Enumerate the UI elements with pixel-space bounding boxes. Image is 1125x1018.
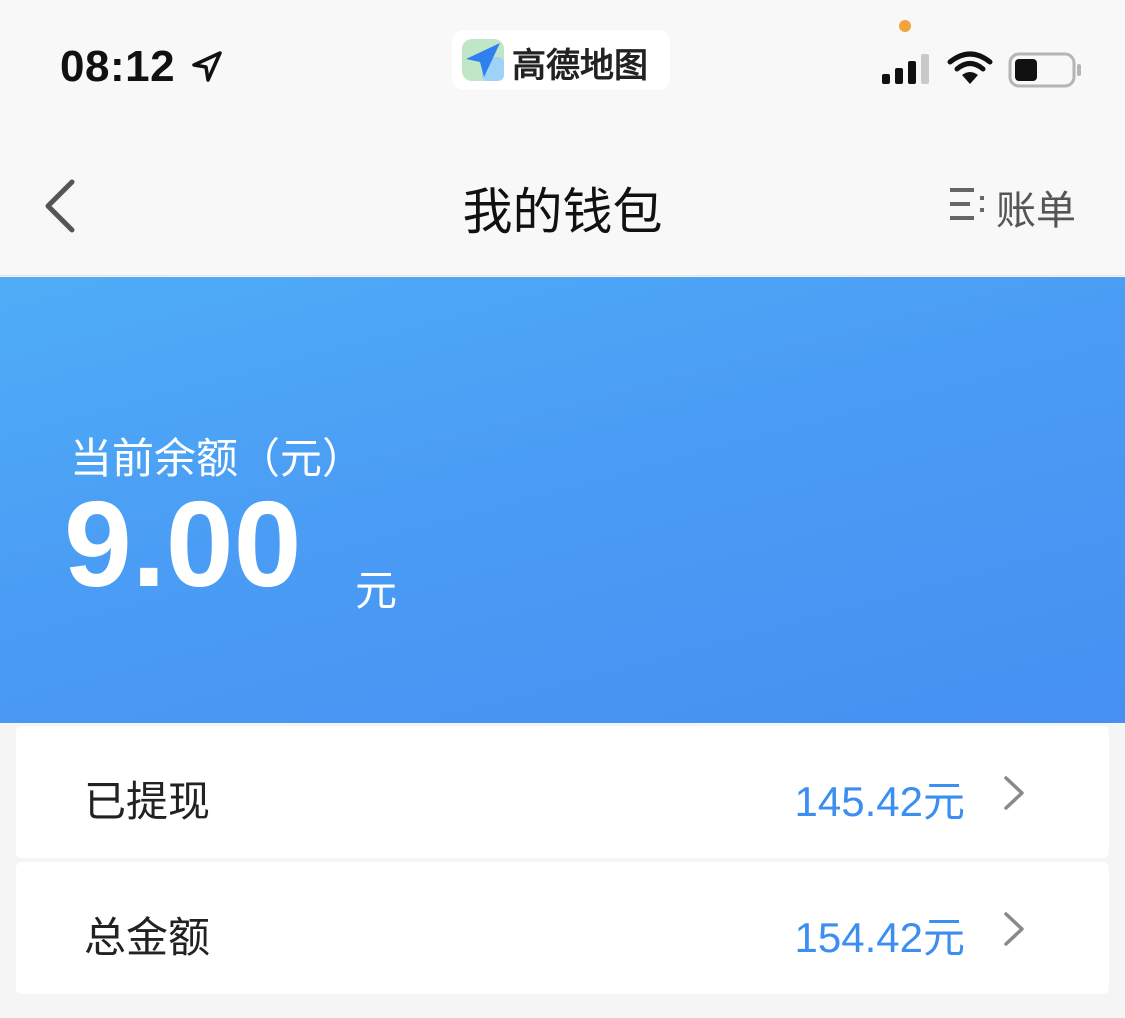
list-icon [950, 188, 984, 220]
balance-card: 当前余额（元） 9.00 元 [0, 277, 1125, 723]
privacy-indicator [899, 20, 911, 32]
total-amount-row[interactable]: 总金额 154.42元 [16, 862, 1109, 994]
battery-icon [1008, 52, 1081, 88]
app-badge: 高德地图 [452, 30, 670, 90]
row-label: 已提现 [84, 777, 211, 826]
wifi-icon [947, 51, 993, 84]
wallet-page: 08:12 高德地图 我的钱包 账单 当前余额（元） 9.00 元 已提现 14… [0, 0, 1125, 1018]
bill-label: 账单 [996, 188, 1076, 234]
amap-logo-icon [462, 39, 504, 81]
balance-amount: 9.00 [64, 476, 302, 612]
nav-bar: 我的钱包 账单 [0, 130, 1125, 276]
row-label: 总金额 [84, 913, 211, 962]
chevron-right-icon [1004, 776, 1024, 810]
row-value: 145.42元 [794, 778, 965, 825]
app-name: 高德地图 [512, 46, 648, 86]
signal-icon [882, 54, 929, 84]
row-value: 154.42元 [794, 914, 965, 961]
status-time: 08:12 [60, 42, 176, 91]
chevron-right-icon [1004, 912, 1024, 946]
location-arrow-icon [192, 51, 222, 82]
balance-unit: 元 [355, 566, 398, 615]
status-bar: 08:12 高德地图 [0, 0, 1125, 130]
withdrawn-row[interactable]: 已提现 145.42元 [16, 726, 1109, 858]
